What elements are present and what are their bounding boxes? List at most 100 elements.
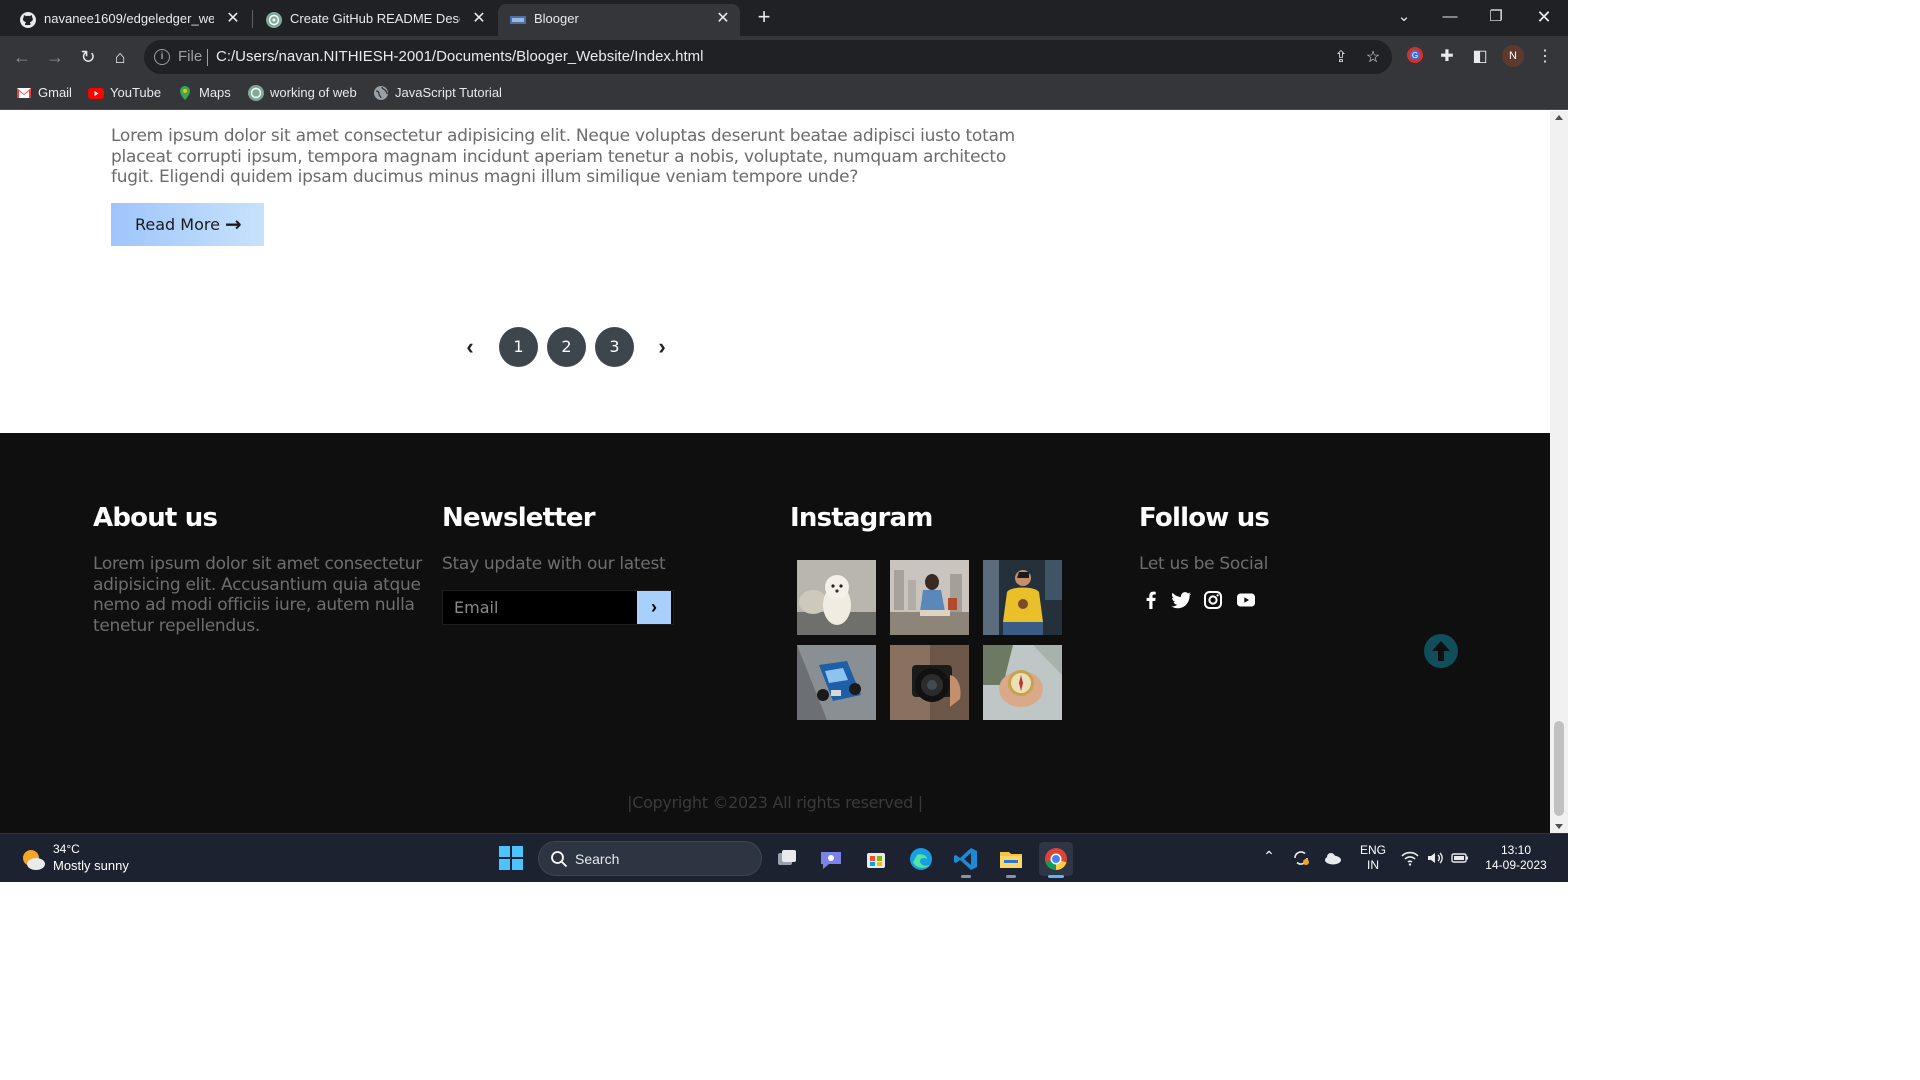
address-bar[interactable]: i File C:/Users/navan.NITHIESH-2001/Docu… [144, 40, 1392, 74]
bookmark-label: JavaScript Tutorial [395, 85, 502, 100]
instagram-icon[interactable] [1201, 588, 1225, 612]
new-tab-button[interactable]: + [752, 6, 776, 30]
prev-page-chevron-icon[interactable]: ‹ [458, 335, 482, 359]
instagram-heading: Instagram [790, 503, 933, 533]
bookmark-gmail[interactable]: Gmail [16, 84, 72, 104]
instagram-photo-compass[interactable] [983, 645, 1062, 720]
sun-cloud-icon[interactable] [20, 846, 46, 872]
search-icon [551, 851, 568, 868]
sync-icon[interactable] [1291, 848, 1311, 868]
site-favicon [510, 16, 526, 24]
windows-start-icon[interactable] [499, 846, 523, 870]
youtube-icon[interactable] [1234, 588, 1258, 612]
edge-icon[interactable] [904, 842, 938, 876]
bookmark-label: Maps [199, 85, 231, 100]
url-text[interactable]: C:/Users/navan.NITHIESH-2001/Documents/B… [216, 48, 703, 65]
share-icon[interactable]: ⇪ [1330, 47, 1352, 69]
tab-title: Blooger [534, 11, 579, 26]
close-window-button[interactable]: ✕ [1524, 4, 1564, 30]
bookmarks-bar: Gmail YouTube Maps working of web JavaSc… [0, 78, 1568, 110]
youtube-icon [88, 88, 104, 99]
profile-avatar[interactable]: N [1502, 45, 1524, 67]
bookmark-javascript-tutorial[interactable]: JavaScript Tutorial [373, 84, 502, 104]
weather-description[interactable]: Mostly sunny [53, 858, 129, 873]
menu-kebab-icon[interactable]: ⋮ [1534, 46, 1556, 68]
teams-chat-icon[interactable] [814, 842, 848, 876]
scroll-thumb[interactable] [1554, 721, 1564, 816]
globe-icon [374, 86, 388, 100]
back-button[interactable]: ← [10, 45, 34, 69]
tab-blooger[interactable]: Blooger ✕ [498, 4, 740, 36]
page-1-button[interactable]: 1 [499, 327, 538, 367]
email-field[interactable] [443, 591, 637, 624]
file-explorer-icon[interactable] [994, 842, 1028, 878]
instagram-photo-man-yellow[interactable] [983, 560, 1062, 635]
minimize-button[interactable]: — [1430, 4, 1470, 30]
region-code: IN [1367, 858, 1379, 872]
twitter-icon[interactable] [1169, 588, 1193, 612]
onedrive-cloud-icon[interactable] [1323, 848, 1343, 868]
newsletter-text: Stay update with our latest [442, 554, 666, 574]
extension-icon[interactable]: G [1404, 46, 1426, 68]
about-heading: About us [93, 503, 218, 533]
reload-button[interactable]: ↻ [76, 45, 100, 69]
facebook-icon[interactable] [1139, 588, 1163, 612]
microsoft-store-icon[interactable] [859, 842, 893, 876]
page-3-button[interactable]: 3 [595, 327, 634, 367]
home-button[interactable]: ⌂ [108, 45, 132, 69]
extensions-puzzle-icon[interactable]: ✚ [1436, 46, 1458, 68]
read-more-label: Read More [135, 215, 220, 234]
subscribe-chevron-button[interactable]: › [637, 591, 671, 624]
about-text: Lorem ipsum dolor sit amet consectetur a… [93, 554, 422, 636]
taskbar-search-box[interactable]: Search [538, 841, 762, 876]
tab-github[interactable]: navanee1609/edgeledger_websi ✕ [8, 4, 250, 36]
read-more-button[interactable]: Read More → [111, 203, 264, 246]
follow-heading: Follow us [1139, 503, 1270, 533]
side-panel-icon[interactable]: ◧ [1469, 46, 1491, 68]
search-label: Search [575, 851, 620, 867]
tab-strip: navanee1609/edgeledger_websi ✕ Create Gi… [0, 0, 1568, 36]
instagram-photo-woman-city[interactable] [890, 560, 969, 635]
instagram-photo-camera[interactable] [890, 645, 969, 720]
bookmark-label: YouTube [110, 85, 162, 100]
bookmark-youtube[interactable]: YouTube [88, 84, 161, 104]
battery-icon[interactable] [1450, 848, 1470, 868]
tab-search-chevron-icon[interactable]: ⌄ [1384, 4, 1424, 30]
page-scrollbar[interactable] [1550, 111, 1568, 833]
restore-button[interactable]: ❐ [1476, 4, 1516, 30]
clock[interactable]: 13:10 14-09-2023 [1480, 843, 1552, 873]
scroll-down-arrow-icon[interactable] [1555, 824, 1563, 829]
copyright-text: |Copyright ©2023 All rights reserved | [627, 793, 923, 812]
bookmark-maps[interactable]: Maps [177, 84, 231, 104]
site-footer: About us Lorem ipsum dolor sit amet cons… [0, 433, 1550, 833]
weather-temperature[interactable]: 34°C [53, 842, 80, 856]
close-icon[interactable]: ✕ [224, 10, 242, 28]
tab-separator [252, 10, 253, 28]
instagram-photo-blue-car[interactable] [797, 645, 876, 720]
chatgpt-icon [248, 85, 264, 101]
page-2-button[interactable]: 2 [547, 327, 586, 367]
scroll-to-top-button[interactable] [1424, 634, 1458, 668]
vscode-icon[interactable] [949, 842, 983, 878]
volume-icon[interactable] [1425, 848, 1445, 868]
bookmark-star-icon[interactable]: ☆ [1362, 47, 1384, 69]
next-page-chevron-icon[interactable]: › [650, 335, 674, 359]
close-icon[interactable]: ✕ [470, 10, 488, 28]
close-icon[interactable]: ✕ [714, 10, 732, 28]
divider [207, 49, 208, 66]
chevron-up-icon[interactable]: ⌃ [1259, 848, 1279, 868]
svg-text:G: G [1412, 51, 1418, 60]
wifi-icon[interactable] [1400, 848, 1420, 868]
github-icon [20, 12, 36, 28]
chrome-icon[interactable] [1039, 842, 1073, 878]
task-view-icon[interactable] [770, 842, 804, 876]
scroll-up-arrow-icon[interactable] [1555, 115, 1563, 120]
forward-button[interactable]: → [43, 45, 67, 69]
arrow-up-icon [1432, 641, 1450, 661]
tab-chatgpt[interactable]: Create GitHub README Descript ✕ [254, 4, 496, 36]
maps-icon [180, 86, 190, 100]
bookmark-working-of-web[interactable]: working of web [248, 84, 357, 104]
language-indicator[interactable]: ENG IN [1358, 843, 1388, 873]
instagram-photo-dog[interactable] [797, 560, 876, 635]
info-icon[interactable]: i [154, 49, 170, 65]
